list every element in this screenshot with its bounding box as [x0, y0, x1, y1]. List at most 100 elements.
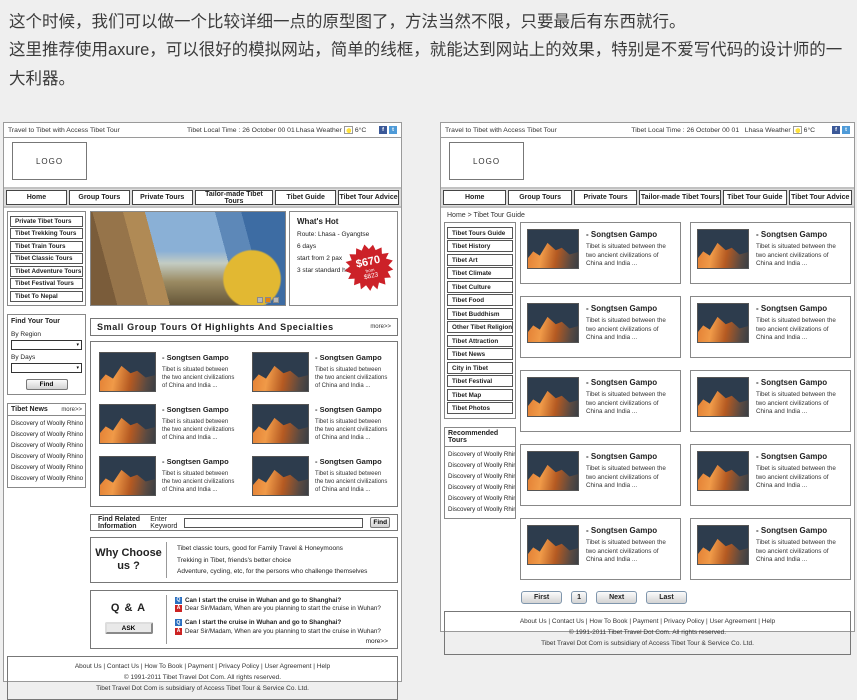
result-card[interactable]: - Songtsen Gampo Tibet is situated betwe…	[520, 444, 681, 506]
nav-private-tours[interactable]: Private Tours	[132, 190, 193, 205]
recommended-item[interactable]: Discovery of Woolly Rhino	[445, 482, 515, 493]
logo[interactable]: LOGO	[12, 142, 87, 180]
nav-tour-guide[interactable]: Tibet Tour Guide	[723, 190, 786, 205]
sidebar: Private Tibet Tours Tibet Trekking Tours…	[7, 211, 86, 649]
result-card[interactable]: - Songtsen Gampo Tibet is situated betwe…	[690, 296, 851, 358]
sidebar-item-attraction[interactable]: Tibet Attraction	[447, 335, 513, 347]
ask-button[interactable]: ASK	[105, 622, 153, 634]
sidebar-item-climate[interactable]: Tibet Climate	[447, 267, 513, 279]
nav-tailor-made[interactable]: Tailor-made Tibet Tours	[639, 190, 721, 205]
tour-card[interactable]: - Songtsen Gampo Tibet is situated betwe…	[99, 352, 236, 392]
section-more-link[interactable]: more>>	[370, 324, 391, 330]
news-item[interactable]: Discovery of Woolly Rhino	[8, 429, 85, 440]
tour-card[interactable]: - Songtsen Gampo Tibet is situated betwe…	[99, 456, 236, 496]
related-label: Find Related Information	[98, 516, 143, 530]
footer-links[interactable]: About Us | Contact Us | How To Book | Pa…	[8, 663, 397, 670]
by-days-label: By Days	[11, 354, 82, 361]
news-item[interactable]: Discovery of Woolly Rhino	[8, 418, 85, 429]
tour-card-title: - Songtsen Gampo	[162, 405, 236, 414]
result-card[interactable]: - Songtsen Gampo Tibet is situated betwe…	[520, 222, 681, 284]
sidebar-item-tours-guide[interactable]: Tibet Tours Guide	[447, 227, 513, 239]
pagination-first-button[interactable]: First	[521, 591, 562, 604]
sidebar-item-adventure-tours[interactable]: Tibet Adventure Tours	[10, 266, 83, 277]
tour-card[interactable]: - Songtsen Gampo Tibet is situated betwe…	[252, 456, 389, 496]
tours-menu: Private Tibet Tours Tibet Trekking Tours…	[7, 211, 86, 306]
result-card-desc: Tibet is situated between the two ancien…	[586, 465, 674, 491]
result-card[interactable]: - Songtsen Gampo Tibet is situated betwe…	[520, 296, 681, 358]
carousel-dots	[257, 297, 279, 303]
sidebar-item-food[interactable]: Tibet Food	[447, 294, 513, 306]
recommended-item[interactable]: Discovery of Woolly Rhino	[445, 471, 515, 482]
keyword-input[interactable]	[184, 518, 363, 528]
result-card-title: - Songtsen Gampo	[756, 526, 844, 535]
news-more-link[interactable]: more>>	[61, 407, 82, 413]
sidebar-item-photos[interactable]: Tibet Photos	[447, 402, 513, 414]
nav-tour-advice[interactable]: Tibet Tour Advice	[338, 190, 399, 205]
nav-home[interactable]: Home	[443, 190, 506, 205]
nav-home[interactable]: Home	[6, 190, 67, 205]
news-item[interactable]: Discovery of Woolly Rhino	[8, 462, 85, 473]
sidebar-item-city[interactable]: City in Tibet	[447, 362, 513, 374]
result-card-title: - Songtsen Gampo	[756, 452, 844, 461]
tour-card[interactable]: - Songtsen Gampo Tibet is situated betwe…	[252, 404, 389, 444]
sidebar-item-private-tours[interactable]: Private Tibet Tours	[10, 216, 83, 227]
result-card[interactable]: - Songtsen Gampo Tibet is situated betwe…	[690, 444, 851, 506]
hero-carousel-image[interactable]	[90, 211, 286, 306]
nav-group-tours[interactable]: Group Tours	[69, 190, 130, 205]
facebook-icon[interactable]: f	[379, 126, 387, 134]
sidebar-item-buddhism[interactable]: Tibet Buddhism	[447, 308, 513, 320]
nav-tour-advice[interactable]: Tibet Tour Advice	[789, 190, 852, 205]
pagination-next-button[interactable]: Next	[596, 591, 637, 604]
carousel-dot[interactable]	[273, 297, 279, 303]
news-item[interactable]: Discovery of Woolly Rhino	[8, 440, 85, 451]
sidebar-item-culture[interactable]: Tibet Culture	[447, 281, 513, 293]
question-text[interactable]: Can I start the cruise in Wuhan and go t…	[185, 597, 341, 605]
tour-card[interactable]: - Songtsen Gampo Tibet is situated betwe…	[252, 352, 389, 392]
tour-card[interactable]: - Songtsen Gampo Tibet is situated betwe…	[99, 404, 236, 444]
nav-tailor-made[interactable]: Tailor-made Tibet Tours	[195, 190, 274, 205]
sidebar-item-to-nepal[interactable]: Tibet To Nepal	[10, 291, 83, 302]
carousel-dot-active[interactable]	[265, 297, 271, 303]
nav-private-tours[interactable]: Private Tours	[574, 190, 637, 205]
sidebar-item-train-tours[interactable]: Tibet Train Tours	[10, 241, 83, 252]
qa-more-link[interactable]: more>>	[366, 638, 388, 645]
footer-links[interactable]: About Us | Contact Us | How To Book | Pa…	[445, 618, 850, 625]
intro-line-1: 这个时候，我们可以做一个比较详细一点的原型图了，方法当然不限，只要最后有东西就行…	[9, 8, 849, 36]
find-tour-button[interactable]: Find	[26, 379, 68, 390]
sidebar-item-trekking-tours[interactable]: Tibet Trekking Tours	[10, 228, 83, 239]
pagination-last-button[interactable]: Last	[646, 591, 686, 604]
sidebar-item-classic-tours[interactable]: Tibet Classic Tours	[10, 253, 83, 264]
sidebar-item-art[interactable]: Tibet Art	[447, 254, 513, 266]
recommended-item[interactable]: Discovery of Woolly Rhino	[445, 493, 515, 504]
result-card[interactable]: - Songtsen Gampo Tibet is situated betwe…	[520, 518, 681, 580]
sidebar-item-map[interactable]: Tibet Map	[447, 389, 513, 401]
result-card[interactable]: - Songtsen Gampo Tibet is situated betwe…	[690, 222, 851, 284]
recommended-item[interactable]: Discovery of Woolly Rhino	[445, 449, 515, 460]
twitter-icon[interactable]: t	[842, 126, 850, 134]
sidebar-item-festival[interactable]: Tibet Festival	[447, 375, 513, 387]
nav-group-tours[interactable]: Group Tours	[508, 190, 571, 205]
nav-tibet-guide[interactable]: Tibet Guide	[275, 190, 336, 205]
sidebar-item-history[interactable]: Tibet History	[447, 240, 513, 252]
result-card[interactable]: - Songtsen Gampo Tibet is situated betwe…	[690, 518, 851, 580]
sidebar-item-religion[interactable]: Other Tibet Religion	[447, 321, 513, 333]
carousel-dot[interactable]	[257, 297, 263, 303]
breadcrumb[interactable]: Home > Tibet Tour Guide	[447, 212, 854, 219]
region-select[interactable]: ▾	[11, 340, 82, 350]
facebook-icon[interactable]: f	[832, 126, 840, 134]
sidebar-item-news[interactable]: Tibet News	[447, 348, 513, 360]
news-item[interactable]: Discovery of Woolly Rhino	[8, 451, 85, 462]
recommended-item[interactable]: Discovery of Woolly Rhino	[445, 504, 515, 515]
related-find-button[interactable]: Find	[370, 517, 390, 528]
sidebar-item-festival-tours[interactable]: Tibet Festival Tours	[10, 278, 83, 289]
logo[interactable]: LOGO	[449, 142, 524, 180]
news-item[interactable]: Discovery of Woolly Rhino	[8, 473, 85, 484]
days-select[interactable]: ▾	[11, 363, 82, 373]
twitter-icon[interactable]: t	[389, 126, 397, 134]
result-card[interactable]: - Songtsen Gampo Tibet is situated betwe…	[690, 370, 851, 432]
qa-title: Q & A	[91, 602, 166, 614]
result-card[interactable]: - Songtsen Gampo Tibet is situated betwe…	[520, 370, 681, 432]
question-text[interactable]: Can I start the cruise in Wuhan and go t…	[185, 619, 341, 627]
recommended-item[interactable]: Discovery of Woolly Rhino	[445, 460, 515, 471]
pagination-page-1[interactable]: 1	[571, 591, 587, 604]
